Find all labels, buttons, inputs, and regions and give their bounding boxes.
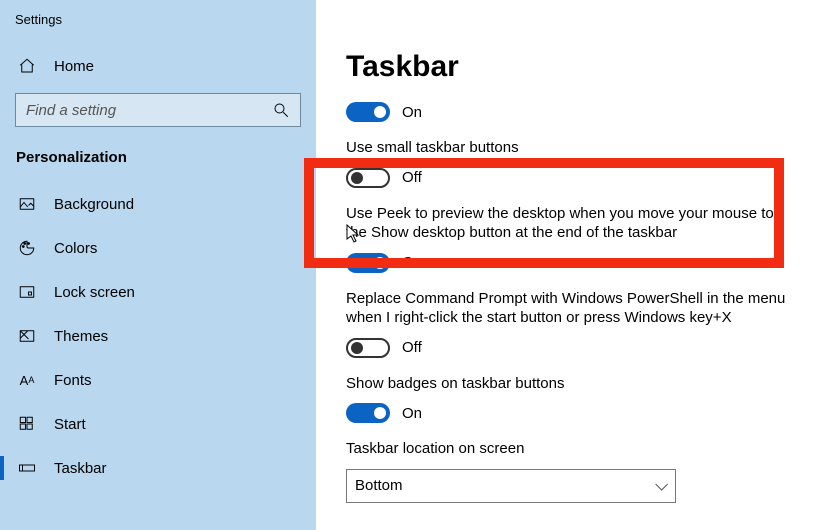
setting-text: Show badges on taskbar buttons [346, 374, 795, 394]
setting-row-0: On [346, 102, 795, 122]
toggle-label: On [402, 405, 422, 422]
home-label: Home [54, 58, 94, 75]
setting-text: Taskbar location on screen [346, 439, 795, 459]
themes-icon [18, 327, 36, 345]
location-select[interactable]: Bottom [346, 469, 676, 503]
search-input-wrap[interactable] [15, 93, 301, 127]
sidebar-item-background[interactable]: Background [0, 182, 316, 226]
toggle-3[interactable] [346, 338, 390, 358]
page-title: Taskbar [346, 50, 795, 84]
setting-text: Use small taskbar buttons [346, 138, 795, 158]
search-row [15, 93, 301, 127]
colors-icon [18, 239, 36, 257]
start-icon [18, 415, 36, 433]
toggle-2[interactable] [346, 253, 390, 273]
sidebar-item-home[interactable]: Home [0, 39, 316, 87]
setting-row-2: Use Peek to preview the desktop when you… [346, 204, 795, 273]
sidebar-item-taskbar[interactable]: Taskbar [0, 446, 316, 490]
sidebar-item-label: Background [54, 196, 134, 213]
setting-text: Use Peek to preview the desktop when you… [346, 204, 786, 243]
setting-row-location: Taskbar location on screen Bottom [346, 439, 795, 503]
sidebar-item-label: Lock screen [54, 284, 135, 301]
home-icon [18, 57, 36, 75]
fonts-icon: AA [18, 371, 36, 389]
sidebar-item-lockscreen[interactable]: Lock screen [0, 270, 316, 314]
section-label: Personalization [0, 137, 316, 182]
setting-row-1: Use small taskbar buttons Off [346, 138, 795, 188]
background-icon [18, 195, 36, 213]
sidebar-item-label: Taskbar [54, 460, 107, 477]
taskbar-icon [18, 459, 36, 477]
sidebar-item-label: Fonts [54, 372, 92, 389]
sidebar-item-fonts[interactable]: AA Fonts [0, 358, 316, 402]
sidebar-item-label: Themes [54, 328, 108, 345]
search-icon [272, 101, 290, 119]
search-input[interactable] [26, 102, 272, 119]
toggle-label: Off [402, 339, 422, 356]
toggle-label: On [402, 104, 422, 121]
sidebar-item-colors[interactable]: Colors [0, 226, 316, 270]
main-content: Taskbar On Use small taskbar buttons Off… [316, 0, 825, 530]
setting-row-3: Replace Command Prompt with Windows Powe… [346, 289, 795, 358]
toggle-label: On [402, 254, 422, 271]
toggle-0[interactable] [346, 102, 390, 122]
lockscreen-icon [18, 283, 36, 301]
sidebar-item-start[interactable]: Start [0, 402, 316, 446]
sidebar-item-label: Start [54, 416, 86, 433]
sidebar: Settings Home Personalization Background… [0, 0, 316, 530]
app-title: Settings [0, 10, 316, 39]
toggle-4[interactable] [346, 403, 390, 423]
toggle-label: Off [402, 169, 422, 186]
sidebar-item-label: Colors [54, 240, 97, 257]
sidebar-item-themes[interactable]: Themes [0, 314, 316, 358]
toggle-1[interactable] [346, 168, 390, 188]
setting-text: Replace Command Prompt with Windows Powe… [346, 289, 786, 328]
setting-row-4: Show badges on taskbar buttons On [346, 374, 795, 424]
